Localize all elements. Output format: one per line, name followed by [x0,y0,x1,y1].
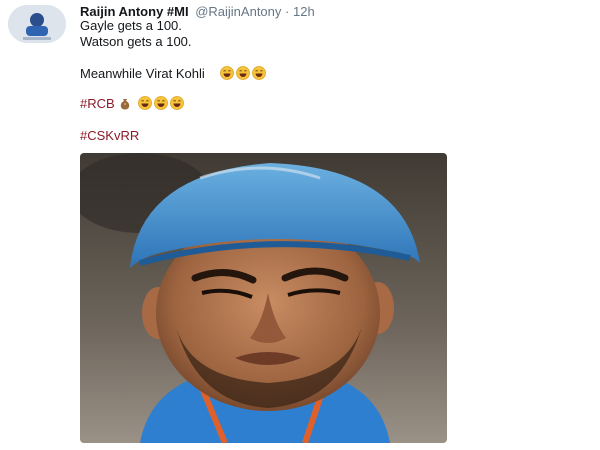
grinning-face-icon [252,66,266,80]
hashtag-rcb[interactable]: #RCB [80,96,115,111]
tweet-text-line-2: Watson gets a 100. [80,34,192,49]
author-name[interactable]: Raijin Antony #MI [80,4,189,19]
grinning-face-icon [236,66,250,80]
tweet-time[interactable]: 12h [293,4,315,19]
author-handle[interactable]: @RaijinAntony [195,4,281,19]
grinning-face-icon [220,66,234,80]
cricketer-face-photo [80,153,447,443]
tweet-text-line-1: Gayle gets a 100. [80,18,182,33]
tweet-text-line-4: #RCB [80,96,186,112]
grinning-face-icon [170,96,184,110]
hashtag-cskvrr[interactable]: #CSKvRR [80,128,139,143]
tweet-header: Raijin Antony #MI @RaijinAntony · 12h [80,4,315,19]
tweet-text-line-3: Meanwhile Virat Kohli [80,66,268,82]
money-bag-icon [118,96,132,110]
tweet-card: Raijin Antony #MI @RaijinAntony · 12h Ga… [0,0,600,450]
tweet-text-line-5: #CSKvRR [80,128,139,144]
grinning-face-icon [138,96,152,110]
tweet-photo[interactable] [80,153,447,443]
avatar[interactable] [8,5,66,43]
separator-dot: · [285,4,290,19]
meanwhile-text: Meanwhile Virat Kohli [80,66,205,81]
profile-avatar-icon [8,5,66,43]
grinning-face-icon [154,96,168,110]
